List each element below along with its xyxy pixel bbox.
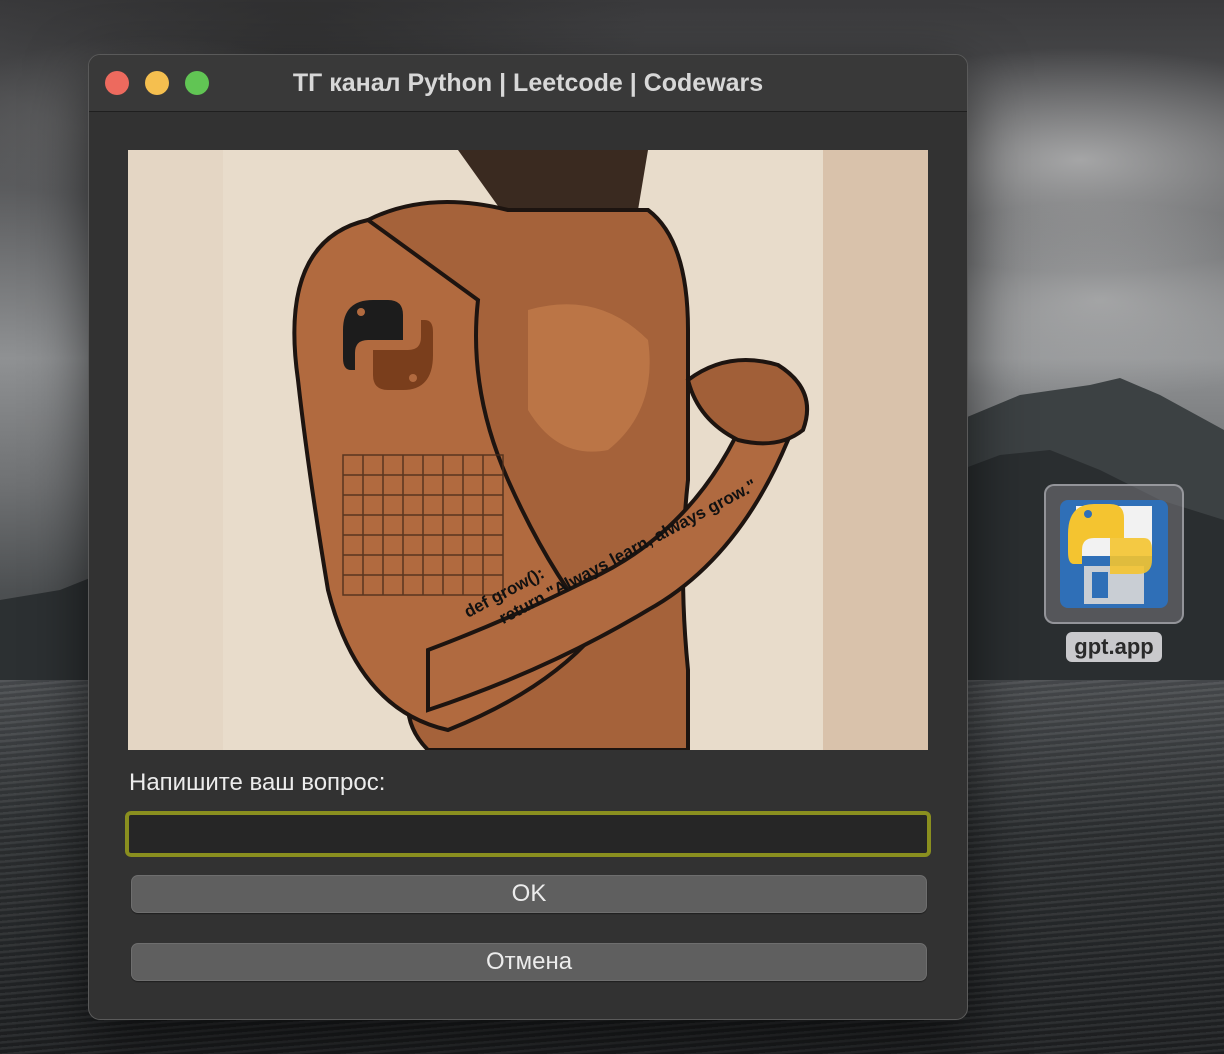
desktop-icon-gpt-app[interactable]: gpt.app	[1042, 484, 1186, 662]
minimize-button[interactable]	[145, 71, 169, 95]
python-floppy-icon[interactable]	[1044, 484, 1184, 624]
desktop-icon-label[interactable]: gpt.app	[1066, 632, 1162, 662]
zoom-button[interactable]	[185, 71, 209, 95]
cancel-button[interactable]: Отмена	[131, 943, 927, 981]
banner-image: def grow(): return "Always learn, always…	[128, 150, 928, 750]
window-title: ТГ канал Python | Leetcode | Codewars	[292, 68, 764, 97]
question-label: Напишите ваш вопрос:	[129, 769, 386, 796]
title-bar[interactable]: ТГ канал Python | Leetcode | Codewars	[89, 55, 967, 112]
dialog-window: ТГ канал Python | Leetcode | Codewars de…	[88, 54, 968, 1020]
ok-button[interactable]: OK	[131, 875, 927, 913]
close-button[interactable]	[105, 71, 129, 95]
window-controls	[105, 71, 209, 95]
question-input[interactable]	[125, 811, 931, 857]
desktop: gpt.app ТГ канал Python | Leetcode | Cod…	[0, 0, 1224, 1054]
